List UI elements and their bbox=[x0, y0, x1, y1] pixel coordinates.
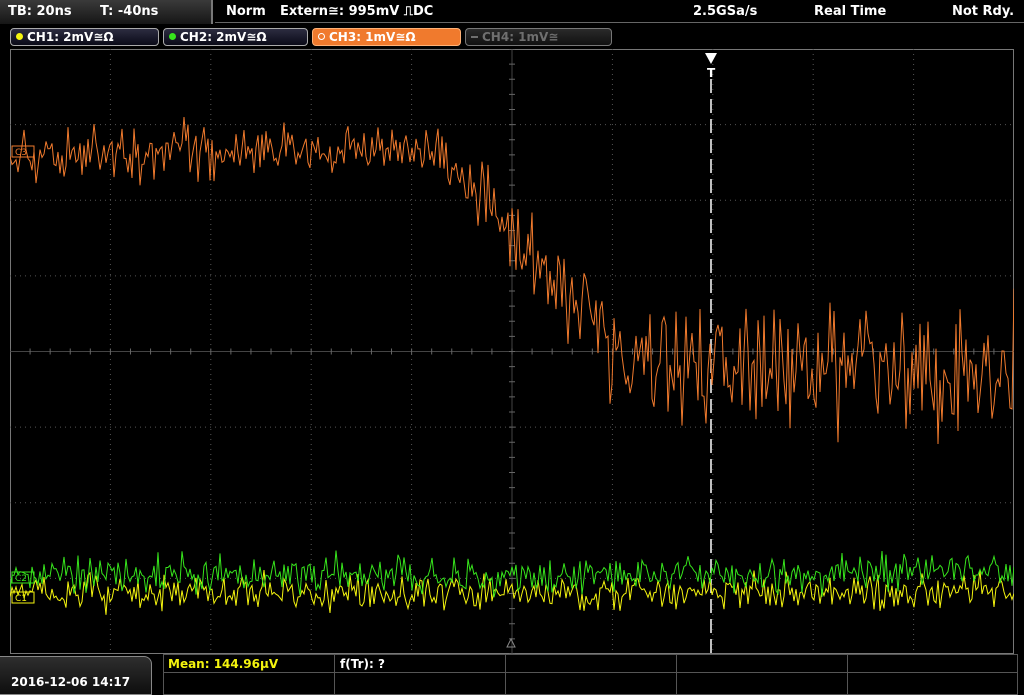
trigger-marker-label: T bbox=[707, 66, 716, 80]
measurement-table[interactable]: Mean: 144.96µV f(Tr): ? bbox=[163, 654, 1018, 695]
datetime-label: 2016-12-06 14:17 bbox=[11, 675, 131, 689]
ch1-indicator-icon bbox=[16, 33, 23, 40]
measurement-cell-ftr[interactable]: f(Tr): ? bbox=[334, 654, 506, 673]
measurement-cell-empty-1[interactable] bbox=[505, 654, 677, 673]
measurement-cell-empty-2[interactable] bbox=[676, 654, 848, 673]
measurement-cell-empty-6[interactable] bbox=[505, 672, 677, 695]
timebase-label[interactable]: TB: 20ns bbox=[8, 4, 72, 19]
channel-tab-row: CH1: 2mV≅Ω CH2: 2mV≅Ω CH3: 1mV≅Ω CH4: 1m… bbox=[0, 25, 1024, 49]
measurement-cell-empty-4[interactable] bbox=[163, 672, 335, 695]
measurement-bar: 2016-12-06 14:17 Mean: 144.96µV f(Tr): ? bbox=[0, 654, 1024, 695]
ch3-offset-label: C3 bbox=[15, 148, 27, 158]
measurement-cell-empty-5[interactable] bbox=[334, 672, 506, 695]
trigger-mode-label[interactable]: Norm bbox=[226, 4, 266, 19]
ch1-offset-label: C1 bbox=[15, 594, 27, 604]
status-bar: TB: 20ns T: -40ns Norm Extern≅: 995mV ⎍D… bbox=[0, 0, 1024, 24]
timebase-box[interactable]: TB: 20ns T: -40ns bbox=[0, 0, 213, 24]
ch3-indicator-icon bbox=[318, 33, 325, 40]
measurement-cell-empty-7[interactable] bbox=[676, 672, 848, 695]
channel-tab-ch3[interactable]: CH3: 1mV≅Ω bbox=[312, 28, 461, 46]
frequency-measurement[interactable]: f(Tr): ? bbox=[340, 657, 385, 671]
datetime-box: 2016-12-06 14:17 bbox=[0, 656, 152, 695]
waveform-canvas[interactable]: T C3 C2 C1 bbox=[10, 49, 1014, 654]
acquisition-mode-label[interactable]: Real Time bbox=[814, 4, 886, 19]
channel-tab-ch2[interactable]: CH2: 2mV≅Ω bbox=[163, 28, 308, 46]
ch2-indicator-icon bbox=[169, 33, 176, 40]
ch1-label: CH1: 2mV≅Ω bbox=[27, 30, 114, 44]
measurement-cell-empty-3[interactable] bbox=[847, 654, 1018, 673]
ch2-offset-label: C2 bbox=[15, 574, 27, 584]
channel-tab-ch1[interactable]: CH1: 2mV≅Ω bbox=[10, 28, 159, 46]
ch2-label: CH2: 2mV≅Ω bbox=[180, 30, 267, 44]
trigger-source-label[interactable]: Extern≅: 995mV ⎍DC bbox=[280, 4, 433, 19]
channel-offset-markers: C3 C2 C1 bbox=[11, 145, 35, 604]
waveform-display[interactable]: T C3 C2 C1 bbox=[10, 49, 1014, 654]
acquisition-state-label: Not Rdy. bbox=[952, 4, 1015, 19]
trigger-arrow-icon[interactable] bbox=[705, 53, 717, 64]
ch4-indicator-icon bbox=[471, 36, 478, 38]
status-divider bbox=[215, 22, 1024, 23]
sample-rate-label[interactable]: 2.5GSa/s bbox=[693, 4, 757, 19]
trigger-time-label[interactable]: T: -40ns bbox=[100, 4, 158, 19]
mean-measurement[interactable]: Mean: 144.96µV bbox=[168, 657, 278, 671]
ground-triangle-icon bbox=[506, 637, 516, 648]
ch4-label: CH4: 1mV≅ bbox=[482, 30, 559, 44]
channel-tab-ch4[interactable]: CH4: 1mV≅ bbox=[465, 28, 612, 46]
measurement-cell-mean[interactable]: Mean: 144.96µV bbox=[163, 654, 335, 673]
ch3-label: CH3: 1mV≅Ω bbox=[329, 30, 416, 44]
measurement-cell-empty-8[interactable] bbox=[847, 672, 1018, 695]
